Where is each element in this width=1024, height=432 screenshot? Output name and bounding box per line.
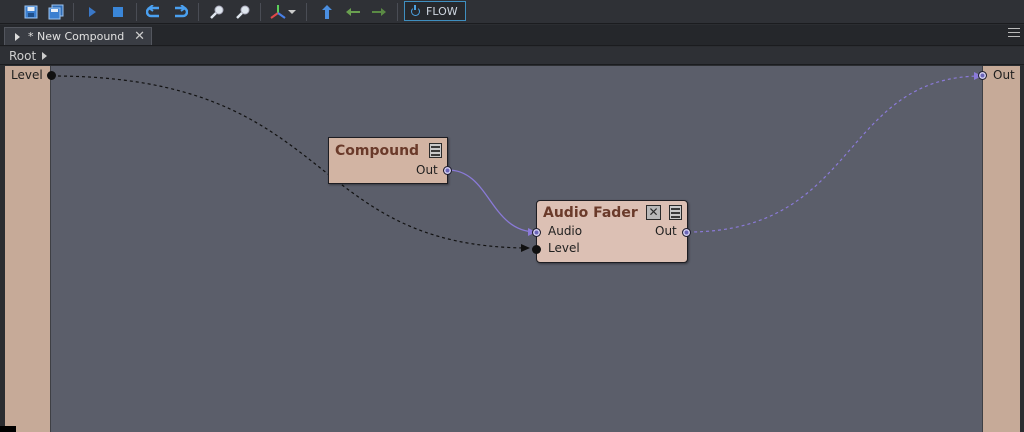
forward-icon[interactable] <box>369 2 389 22</box>
save-all-icon[interactable] <box>46 2 66 22</box>
fader-out-label: Out <box>655 224 677 238</box>
toolbar-separator <box>198 3 199 21</box>
breadcrumb-arrow-icon[interactable] <box>42 51 48 60</box>
close-node-icon[interactable]: ✕ <box>646 205 661 220</box>
fader-audio-label: Audio <box>548 224 583 238</box>
chevron-down-icon[interactable] <box>286 2 298 22</box>
graph-canvas[interactable]: Level Out Compound Out Audio Fader ✕ Aud… <box>0 66 1024 432</box>
zoom-in-icon[interactable] <box>207 2 227 22</box>
back-icon[interactable] <box>343 2 363 22</box>
tab-expand-icon[interactable] <box>15 32 20 41</box>
fader-out-port[interactable] <box>682 228 691 237</box>
node-menu-icon[interactable] <box>669 205 682 220</box>
toolbar-separator <box>260 3 261 21</box>
redo-icon[interactable] <box>170 2 190 22</box>
breadcrumb: Root <box>0 47 1024 65</box>
fader-audio-port[interactable] <box>532 228 541 237</box>
tab-bar: * New Compound ✕ <box>0 25 1024 46</box>
level-wire <box>51 75 531 249</box>
play-icon[interactable] <box>82 2 102 22</box>
output-rail-out-port[interactable] <box>978 71 987 80</box>
toolbar-separator <box>397 3 398 21</box>
toolbar: FLOW <box>0 0 1024 24</box>
toolbar-separator <box>306 3 307 21</box>
toolbar-separator <box>73 3 74 21</box>
tab-new-compound[interactable]: * New Compound ✕ <box>4 27 152 45</box>
fader-out-wire <box>687 75 983 233</box>
compound-audio-wire <box>447 169 537 233</box>
tab-title: * New Compound <box>28 30 125 43</box>
close-icon[interactable]: ✕ <box>134 29 145 44</box>
wires <box>51 72 983 252</box>
axis-icon[interactable] <box>268 2 288 22</box>
fader-level-port[interactable] <box>532 245 541 254</box>
zoom-out-icon[interactable] <box>233 2 253 22</box>
breadcrumb-root[interactable]: Root <box>9 49 36 63</box>
fader-level-label: Level <box>548 241 580 255</box>
flow-button[interactable]: FLOW <box>404 1 466 21</box>
undo-icon[interactable] <box>144 2 164 22</box>
output-rail-out-label: Out <box>993 68 1015 82</box>
audio-fader-title: Audio Fader <box>543 205 638 221</box>
audio-fader-node[interactable]: Audio Fader ✕ Audio Level Out <box>532 200 691 263</box>
flow-label: FLOW <box>426 4 458 18</box>
hamburger-menu-icon[interactable] <box>1008 28 1020 40</box>
compound-out-port[interactable] <box>443 166 452 175</box>
compound-node[interactable]: Compound Out <box>328 137 452 184</box>
power-icon <box>411 4 420 16</box>
compound-out-label: Out <box>416 163 438 177</box>
input-rail-level-label: Level <box>11 68 43 82</box>
up-icon[interactable] <box>317 2 337 22</box>
toolbar-separator <box>136 3 137 21</box>
level-wire-arrow <box>521 244 530 252</box>
corner-marker <box>0 426 16 432</box>
input-rail-level-port[interactable] <box>47 71 56 80</box>
compound-node-title: Compound <box>335 143 420 159</box>
node-menu-icon[interactable] <box>429 143 442 158</box>
save-icon[interactable] <box>21 2 41 22</box>
stop-icon[interactable] <box>108 2 128 22</box>
